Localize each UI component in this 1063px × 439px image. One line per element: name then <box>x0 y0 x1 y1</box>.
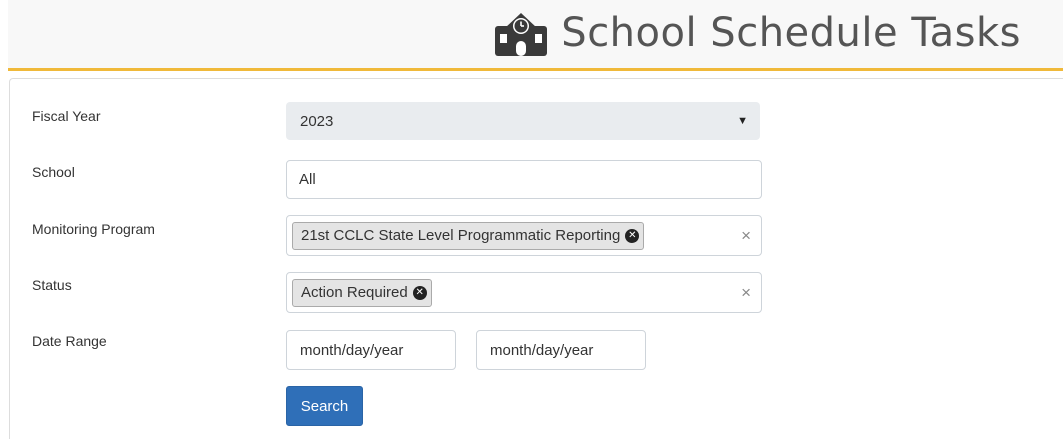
monitoring-program-tag-label: 21st CCLC State Level Programmatic Repor… <box>301 227 621 244</box>
school-label: School <box>32 164 75 180</box>
fiscal-year-label: Fiscal Year <box>32 108 101 124</box>
end-date-input[interactable]: month/day/year <box>476 330 646 370</box>
search-form-panel: Fiscal Year 2023 ▼ School All Monitoring… <box>9 78 1063 439</box>
status-tag-label: Action Required <box>301 284 408 301</box>
fiscal-year-select[interactable]: 2023 ▼ <box>286 102 760 140</box>
remove-tag-icon[interactable]: ✕ <box>625 228 640 243</box>
status-select[interactable]: Action Required ✕ × <box>286 272 762 313</box>
date-range-label: Date Range <box>32 333 107 349</box>
status-tag: Action Required ✕ <box>292 278 432 307</box>
monitoring-program-tag: 21st CCLC State Level Programmatic Repor… <box>292 221 645 250</box>
monitoring-program-label: Monitoring Program <box>32 221 155 237</box>
page-header: School Schedule Tasks <box>8 0 1063 71</box>
end-date-placeholder: month/day/year <box>490 341 594 359</box>
clear-selection-icon[interactable]: × <box>741 283 751 303</box>
fiscal-year-value: 2023 <box>300 112 334 130</box>
school-select[interactable]: All <box>286 160 762 199</box>
page-title: School Schedule Tasks <box>561 10 1021 56</box>
start-date-placeholder: month/day/year <box>300 341 404 359</box>
remove-tag-icon[interactable]: ✕ <box>412 285 427 300</box>
start-date-input[interactable]: month/day/year <box>286 330 456 370</box>
school-value: All <box>299 171 316 188</box>
monitoring-program-select[interactable]: 21st CCLC State Level Programmatic Repor… <box>286 215 762 256</box>
clear-selection-icon[interactable]: × <box>741 226 751 246</box>
search-button[interactable]: Search <box>286 386 363 426</box>
header-title: School Schedule Tasks <box>495 10 1021 56</box>
chevron-down-icon: ▼ <box>737 115 748 127</box>
status-label: Status <box>32 277 72 293</box>
school-icon <box>495 13 548 56</box>
